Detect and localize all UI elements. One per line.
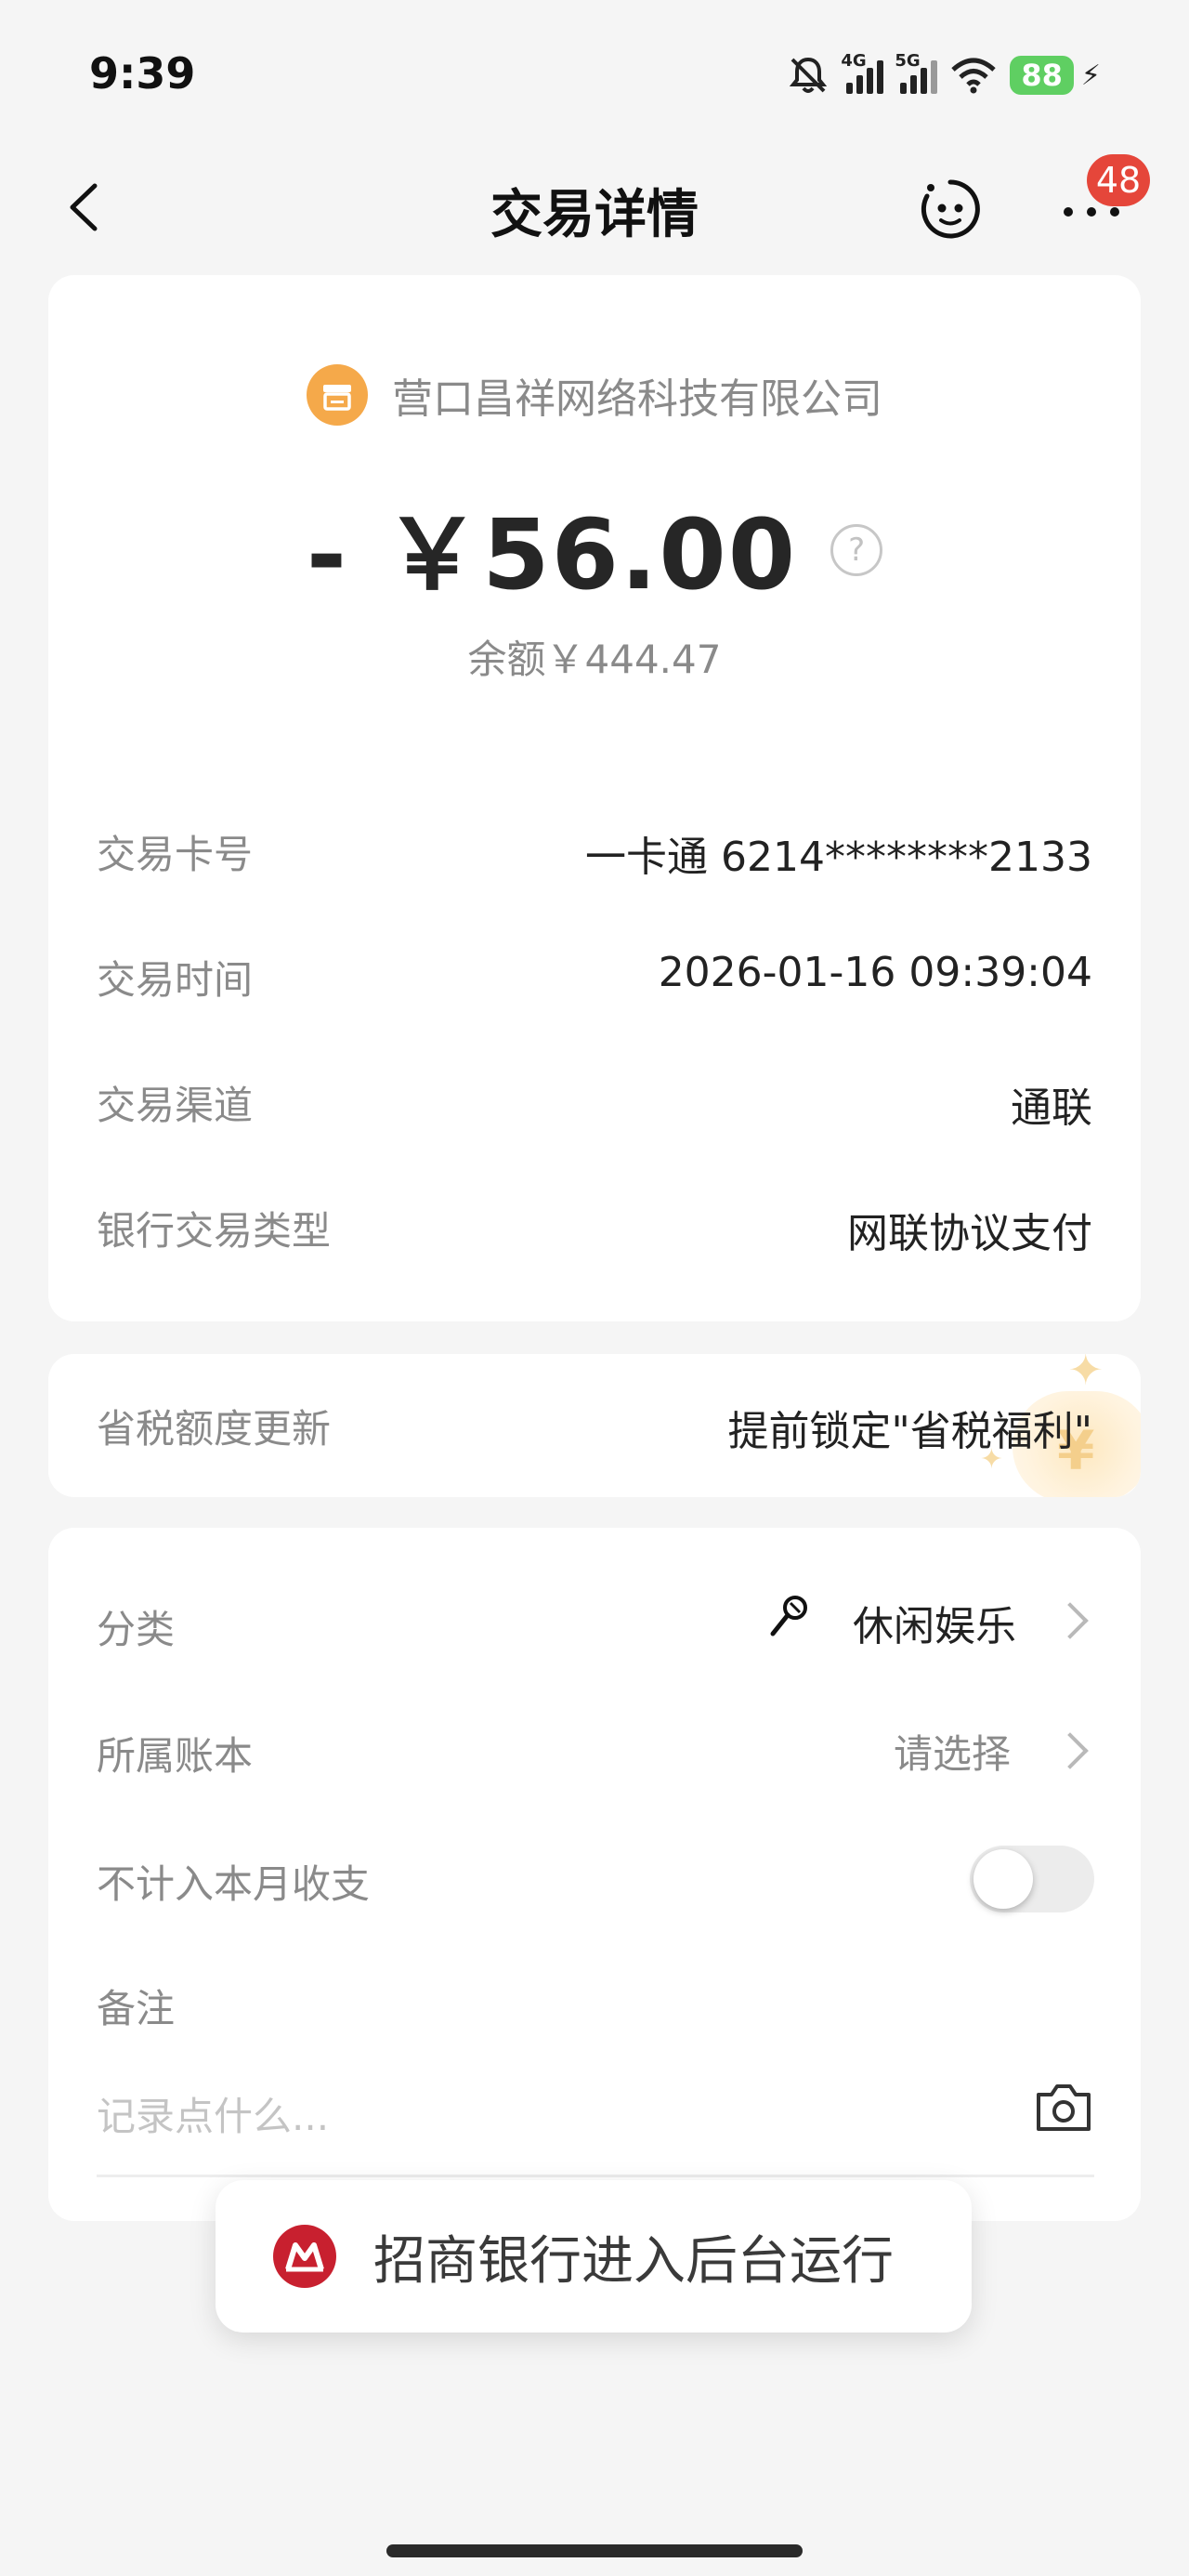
- book-label: 所属账本: [97, 1733, 254, 1779]
- detail-value-channel: 通联: [1011, 1084, 1092, 1132]
- wifi-icon: [951, 58, 997, 94]
- robot-face-icon[interactable]: [918, 177, 983, 242]
- amount-row: - ￥56.00 ?: [0, 476, 1189, 616]
- home-indicator[interactable]: [386, 2544, 803, 2557]
- bell-muted-icon: [790, 57, 828, 93]
- camera-icon[interactable]: [1033, 2082, 1094, 2134]
- category-value[interactable]: 休闲娱乐: [853, 1593, 1016, 1652]
- signal-4g-icon: 4G: [841, 51, 884, 94]
- merchant-name: 营口昌祥网络科技有限公司: [392, 375, 882, 423]
- note-divider: [97, 2175, 1094, 2177]
- toast-text: 招商银行进入后台运行: [373, 2230, 894, 2292]
- note-label: 备注: [97, 1986, 176, 2031]
- shop-icon: [307, 364, 368, 426]
- exclude-label: 不计入本月收支: [97, 1861, 371, 1907]
- help-icon[interactable]: ?: [830, 523, 883, 576]
- charging-icon: ⚡: [1080, 59, 1101, 92]
- tax-value[interactable]: 提前锁定"省税福利": [728, 1398, 1092, 1457]
- status-time: 9:39: [89, 48, 196, 99]
- battery-indicator: 88: [1010, 56, 1074, 95]
- background-toast: 招商银行进入后台运行: [216, 2180, 972, 2333]
- detail-value-type: 网联协议支付: [847, 1210, 1092, 1257]
- category-label: 分类: [97, 1607, 176, 1652]
- detail-label-type: 银行交易类型: [97, 1208, 332, 1254]
- sparkle-icon: ✦: [1067, 1354, 1104, 1395]
- balance-text: 余额￥444.47: [467, 637, 722, 682]
- detail-value-card: 一卡通 6214********2133: [585, 834, 1092, 881]
- microphone-icon: [770, 1596, 807, 1636]
- page-title: 交易详情: [490, 185, 699, 245]
- signal-5g-icon: 5G: [895, 51, 938, 94]
- status-icons: 4G 5G 88 ⚡: [787, 51, 1101, 97]
- note-input[interactable]: 记录点什么...: [97, 2085, 329, 2142]
- cmb-logo-icon: [273, 2225, 336, 2288]
- notification-badge: 48: [1087, 154, 1150, 206]
- detail-value-time: 2026-01-16 09:39:04: [658, 949, 1092, 996]
- merchant-row: 营口昌祥网络科技有限公司: [0, 364, 1189, 426]
- detail-label-channel: 交易渠道: [97, 1083, 254, 1128]
- book-value[interactable]: 请选择: [894, 1723, 1011, 1780]
- exclude-toggle[interactable]: [970, 1846, 1094, 1912]
- transaction-card: [48, 275, 1141, 1321]
- tax-label: 省税额度更新: [97, 1406, 332, 1452]
- transaction-amount: - ￥56.00: [306, 498, 798, 611]
- detail-label-card: 交易卡号: [97, 832, 254, 877]
- detail-label-time: 交易时间: [97, 957, 254, 1003]
